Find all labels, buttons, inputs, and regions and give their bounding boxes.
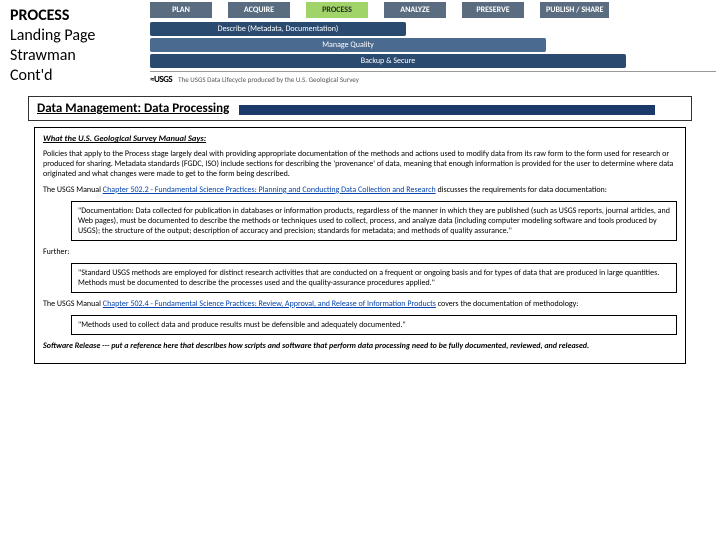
quote-standard-methods: "Standard USGS methods are employed for …	[71, 263, 677, 293]
stage-plan: PLAN	[150, 2, 212, 18]
section-heading: Data Management: Data Processing	[37, 101, 235, 116]
usgs-row: ≈USGS The USGS Data Lifecycle produced b…	[150, 71, 716, 85]
stage-analyze: ANALYZE	[384, 2, 446, 18]
quote-documentation: "Documentation: Data collected for publi…	[71, 201, 677, 241]
title-line-1: PROCESS	[10, 6, 140, 26]
software-release-note: Software Release --- put a reference her…	[43, 341, 677, 351]
link-chapter-502-4[interactable]: Chapter 502.4 - Fundamental Science Prac…	[103, 299, 436, 309]
title-box: PROCESS Landing Page Strawman Cont'd	[0, 0, 150, 96]
stage-row: PLAN ACQUIRE PROCESS ANALYZE PRESERVE PU…	[150, 2, 716, 18]
title-line-2: Landing Page	[10, 26, 140, 46]
stage-publish: PUBLISH / SHARE	[540, 2, 609, 18]
lifecycle-bar-backup: Backup & Secure	[150, 54, 626, 68]
para-intro: Policies that apply to the Process stage…	[43, 149, 677, 179]
para-502-4: The USGS Manual Chapter 502.4 - Fundamen…	[43, 299, 677, 309]
section-heading-bar: Data Management: Data Processing	[28, 96, 692, 121]
stage-process: PROCESS	[306, 2, 368, 18]
manual-says-head: What the U.S. Geological Survey Manual S…	[43, 134, 677, 145]
link-chapter-502-2[interactable]: Chapter 502.2 - Fundamental Science Prac…	[103, 185, 436, 195]
usgs-tagline: The USGS Data Lifecycle produced by the …	[178, 75, 359, 84]
title-line-3: Strawman	[10, 46, 140, 66]
title-line-4: Cont'd	[10, 66, 140, 86]
lifecycle-diagram: PLAN ACQUIRE PROCESS ANALYZE PRESERVE PU…	[150, 0, 720, 85]
content-panel: What the U.S. Geological Survey Manual S…	[34, 127, 686, 364]
stage-preserve: PRESERVE	[462, 2, 524, 18]
heading-accent	[239, 105, 655, 115]
stage-acquire: ACQUIRE	[228, 2, 290, 18]
lifecycle-bar-quality: Manage Quality	[150, 38, 546, 52]
quote-methods-defensible: "Methods used to collect data and produc…	[71, 315, 677, 335]
further-label: Further:	[43, 247, 677, 257]
para-502-2: The USGS Manual Chapter 502.2 - Fundamen…	[43, 185, 677, 195]
lifecycle-bar-describe: Describe (Metadata, Documentation)	[150, 22, 406, 36]
usgs-logo: ≈USGS	[150, 74, 172, 85]
header-row: PROCESS Landing Page Strawman Cont'd PLA…	[0, 0, 720, 96]
